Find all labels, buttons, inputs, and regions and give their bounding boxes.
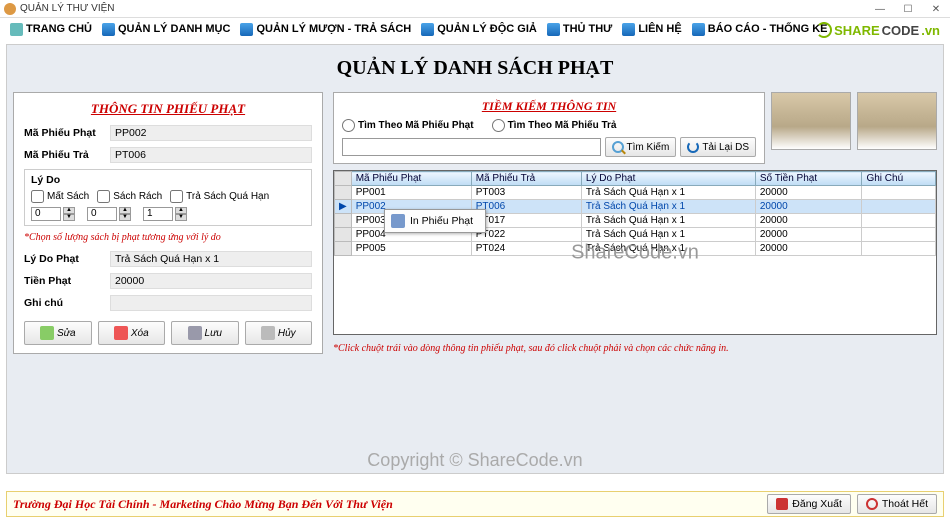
spinner-3[interactable]: 1▲▼: [143, 207, 187, 221]
lock-icon: [776, 498, 788, 510]
footer-bar: Trường Đại Học Tài Chính - Marketing Chà…: [6, 491, 944, 517]
app-icon: [4, 3, 16, 15]
sharecode-logo: SHARECODE.vn: [816, 22, 940, 38]
label-mapt: Mã Phiếu Trả: [24, 149, 104, 161]
window-controls: — ☐ ✕: [866, 0, 950, 18]
radio-mapt[interactable]: Tìm Theo Mã Phiếu Trả: [492, 119, 617, 132]
cancel-button[interactable]: Hủy: [245, 321, 313, 345]
menu-danhmuc[interactable]: QUẢN LÝ DANH MỤC: [98, 23, 234, 36]
title-bar: QUẢN LÝ THƯ VIỆN — ☐ ✕: [0, 0, 950, 18]
menu-baocao[interactable]: BÁO CÁO - THỐNG KÊ: [688, 23, 832, 36]
book-image-2: [857, 92, 937, 150]
save-icon: [188, 326, 202, 340]
label-ghichu: Ghi chú: [24, 297, 104, 309]
chk-quahan[interactable]: Trả Sách Quá Hạn: [170, 190, 269, 203]
main-area: QUẢN LÝ DANH SÁCH PHẠT THÔNG TIN PHIẾU P…: [6, 44, 944, 474]
data-grid[interactable]: Mã Phiếu PhạtMã Phiếu TrảLý Do PhạtSố Ti…: [333, 170, 937, 335]
search-panel: TIỀM KIẾM THÔNG TIN Tìm Theo Mã Phiếu Ph…: [333, 92, 765, 164]
logout-button[interactable]: Đăng Xuất: [767, 494, 851, 514]
menu-thuthu[interactable]: THỦ THƯ: [543, 23, 616, 36]
window-title: QUẢN LÝ THƯ VIỆN: [20, 3, 115, 14]
delete-button[interactable]: Xóa: [98, 321, 166, 345]
hint-text: *Chọn số lượng sách bị phạt tương ứng vớ…: [24, 232, 312, 243]
save-button[interactable]: Lưu: [171, 321, 239, 345]
chk-matsach[interactable]: Mất Sách: [31, 190, 89, 203]
spinner-2[interactable]: 0▲▼: [87, 207, 131, 221]
reload-button[interactable]: Tải Lại DS: [680, 137, 756, 157]
grid-note: *Click chuột trái vào dòng thông tin phi…: [333, 343, 937, 354]
minimize-button[interactable]: —: [866, 0, 894, 18]
edit-button[interactable]: Sửa: [24, 321, 92, 345]
spinner-1[interactable]: 0▲▼: [31, 207, 75, 221]
form-panel: THÔNG TIN PHIẾU PHẠT Mã Phiếu Phạt Mã Ph…: [13, 92, 323, 354]
menu-muontra[interactable]: QUẢN LÝ MƯỢN - TRẢ SÁCH: [236, 23, 415, 36]
home-icon: [10, 23, 23, 36]
search-heading: TIỀM KIẾM THÔNG TIN: [342, 99, 756, 114]
search-input[interactable]: [342, 138, 601, 156]
folder-icon: [622, 23, 635, 36]
folder-icon: [421, 23, 434, 36]
folder-icon: [240, 23, 253, 36]
radio-mapp[interactable]: Tìm Theo Mã Phiếu Phạt: [342, 119, 474, 132]
print-icon: [391, 214, 405, 228]
logo-swirl-icon: [816, 22, 832, 38]
reload-icon: [687, 141, 699, 153]
book-image-1: [771, 92, 851, 150]
menu-lienhe[interactable]: LIÊN HỆ: [618, 23, 685, 36]
chk-sachrach[interactable]: Sách Rách: [97, 190, 162, 203]
label-lydophat: Lý Do Phạt: [24, 253, 104, 265]
close-button[interactable]: ✕: [922, 0, 950, 18]
reason-group: Lý Do Mất Sách Sách Rách Trả Sách Quá Hạ…: [24, 169, 312, 226]
input-mapt[interactable]: [110, 147, 312, 163]
menu-docgia[interactable]: QUẢN LÝ ĐỘC GIẢ: [417, 23, 541, 36]
edit-icon: [40, 326, 54, 340]
footer-message: Trường Đại Học Tài Chính - Marketing Chà…: [13, 497, 761, 512]
input-ghichu[interactable]: [110, 295, 312, 311]
menu-home[interactable]: TRANG CHỦ: [6, 23, 96, 36]
form-heading: THÔNG TIN PHIẾU PHẠT: [24, 101, 312, 117]
context-print[interactable]: In Phiếu Phạt: [387, 212, 483, 230]
context-menu: In Phiếu Phạt: [384, 209, 486, 233]
folder-icon: [547, 23, 560, 36]
maximize-button[interactable]: ☐: [894, 0, 922, 18]
exit-button[interactable]: Thoát Hết: [857, 494, 937, 514]
menu-bar: TRANG CHỦ QUẢN LÝ DANH MỤC QUẢN LÝ MƯỢN …: [0, 18, 950, 40]
search-icon: [612, 141, 624, 153]
input-lydophat[interactable]: [110, 251, 312, 267]
power-icon: [866, 498, 878, 510]
folder-icon: [102, 23, 115, 36]
delete-icon: [114, 326, 128, 340]
search-button[interactable]: Tìm Kiếm: [605, 137, 677, 157]
input-mapp[interactable]: [110, 125, 312, 141]
input-tien[interactable]: [110, 273, 312, 289]
label-tien: Tiền Phạt: [24, 275, 104, 287]
label-mapp: Mã Phiếu Phạt: [24, 127, 104, 139]
page-title: QUẢN LÝ DANH SÁCH PHẠT: [13, 51, 937, 92]
folder-icon: [692, 23, 705, 36]
label-lydo: Lý Do: [31, 174, 305, 186]
cancel-icon: [261, 326, 275, 340]
